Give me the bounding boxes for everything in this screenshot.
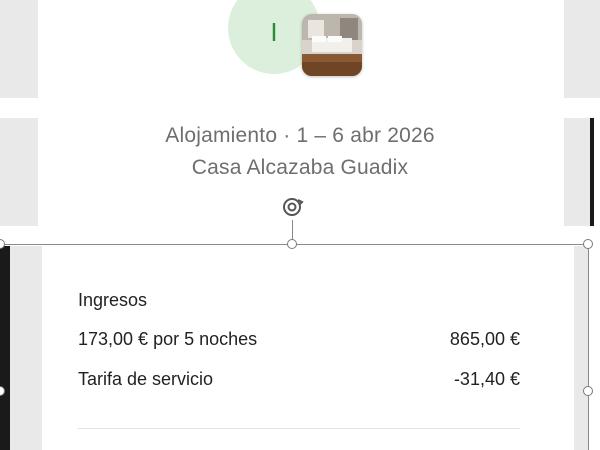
resize-handle-right-center[interactable] (583, 386, 593, 396)
service-fee-amount: -31,40 € (453, 369, 520, 389)
listing-photo (302, 14, 362, 76)
earnings-title: Ingresos (78, 290, 148, 310)
section-divider (78, 428, 520, 429)
service-fee-label: Tarifa de servicio (78, 369, 214, 389)
host-avatar-initial: I (270, 17, 278, 47)
nightly-rate-amount: 865,00 € (449, 329, 520, 349)
left-panel (0, 0, 38, 98)
listing-name[interactable]: Casa Alcazaba Guadix (0, 156, 600, 180)
resize-handle-top-right[interactable] (583, 239, 593, 249)
left-panel (10, 246, 42, 450)
right-panel (564, 0, 600, 98)
rotate-icon[interactable] (280, 194, 306, 220)
right-panel (574, 246, 588, 450)
nightly-rate-label: 173,00 € por 5 noches (78, 329, 258, 349)
resize-handle-top-center[interactable] (287, 239, 297, 249)
listing-thumbnail[interactable] (302, 14, 362, 76)
selection-right-edge (588, 244, 589, 450)
left-edge (0, 246, 10, 450)
booking-summary: Alojamiento · 1 – 6 abr 2026 (165, 124, 435, 147)
